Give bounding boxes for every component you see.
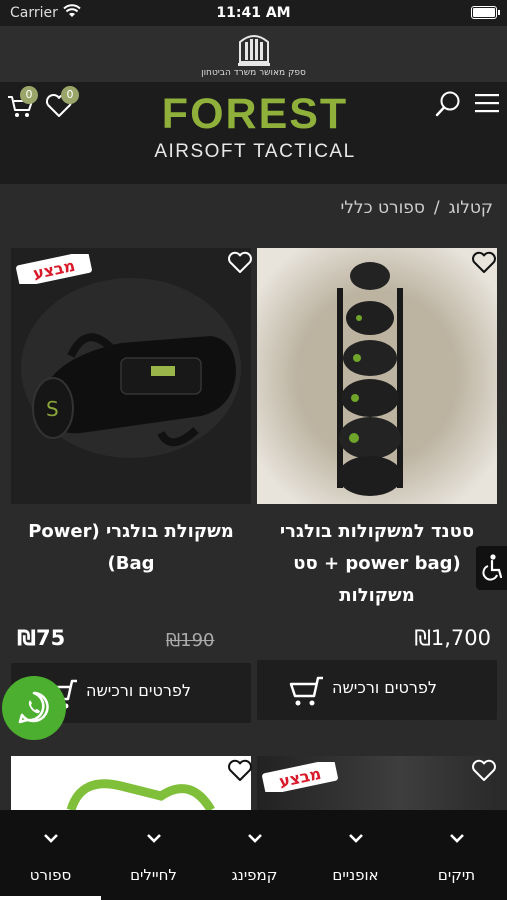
site-logo-subtitle: AIRSOFT TACTICAL (154, 141, 356, 162)
nav-item-label: אופניים (332, 866, 379, 884)
active-tab-indicator (0, 896, 101, 900)
sale-badge: מבצע (16, 254, 92, 284)
site-header: 0 0 FOREST AIRSOFT TACTICAL (0, 82, 507, 184)
whatsapp-icon (18, 691, 49, 724)
breadcrumb-catalog-link[interactable]: קטלוג (449, 198, 493, 218)
button-label: לפרטים ורכישה (86, 681, 191, 700)
clock: 11:41 AM (216, 5, 291, 21)
hamburger-menu-icon[interactable] (474, 92, 500, 114)
breadcrumb: קטלוג / ספורט כללי (340, 198, 493, 218)
product-price: ₪1,700 (414, 626, 491, 650)
cart-button[interactable]: 0 (6, 86, 38, 120)
product-old-price: ₪190 (166, 630, 215, 651)
nav-item-soldiers[interactable]: לחיילים (103, 810, 204, 900)
nav-item-label: לחיילים (130, 866, 177, 884)
heart-icon[interactable] (227, 758, 253, 782)
ministry-caption: ספק מאושר משרד הביטחון (201, 68, 306, 78)
details-and-buy-button[interactable]: לפרטים ורכישה (257, 660, 497, 720)
bottom-category-nav: תיקים אופניים קמפינג לחיילים ספורט (0, 810, 507, 900)
svg-text:S: S (46, 397, 59, 421)
button-label: לפרטים ורכישה (332, 678, 437, 697)
chevron-down-icon (248, 834, 262, 843)
breadcrumb-current: ספורט כללי (340, 198, 425, 218)
nav-item-camping[interactable]: קמפינג (204, 810, 305, 900)
sale-badge-text: מבצע (277, 764, 322, 791)
wishlist-button[interactable]: 0 (44, 86, 79, 120)
wishlist-count-badge: 0 (61, 86, 79, 104)
heart-icon[interactable] (471, 758, 497, 782)
nav-item-label: קמפינג (231, 866, 278, 884)
nav-item-bicycles[interactable]: אופניים (305, 810, 406, 900)
sale-badge-text: מבצע (31, 256, 76, 283)
whatsapp-button[interactable] (2, 676, 66, 740)
chevron-down-icon (44, 834, 58, 843)
chevron-down-icon (349, 834, 363, 843)
cart-icon (289, 676, 323, 706)
product-price: ₪75 (17, 626, 66, 650)
search-icon[interactable] (434, 90, 462, 118)
ministry-emblem-icon (238, 35, 270, 66)
nav-item-label: תיקים (437, 866, 476, 884)
chevron-down-icon (450, 834, 464, 843)
heart-icon[interactable] (471, 250, 497, 274)
accessibility-button[interactable] (476, 546, 507, 590)
product-image[interactable] (11, 756, 251, 810)
breadcrumb-separator: / (433, 198, 440, 218)
cart-count-badge: 0 (20, 86, 38, 104)
status-bar: Carrier 11:41 AM (0, 0, 507, 26)
product-title[interactable]: סטנד למשקולות בולגרי (power bag + סט משק… (261, 516, 493, 612)
heart-icon[interactable] (227, 250, 253, 274)
nav-item-label: ספורט (29, 866, 72, 884)
site-logo[interactable]: FOREST (148, 92, 362, 136)
product-title[interactable]: משקולת בולגרי (Power Bag) (15, 516, 247, 580)
sale-badge: מבצע (262, 762, 338, 792)
product-image[interactable] (257, 248, 497, 504)
nav-item-sport[interactable]: ספורט (0, 810, 101, 900)
chevron-down-icon (147, 834, 161, 843)
wheelchair-icon (482, 554, 503, 581)
product-image[interactable]: S (11, 248, 251, 504)
ministry-approval-strip: ספק מאושר משרד הביטחון (0, 26, 507, 82)
nav-item-bags[interactable]: תיקים (406, 810, 507, 900)
battery-icon (471, 6, 500, 19)
